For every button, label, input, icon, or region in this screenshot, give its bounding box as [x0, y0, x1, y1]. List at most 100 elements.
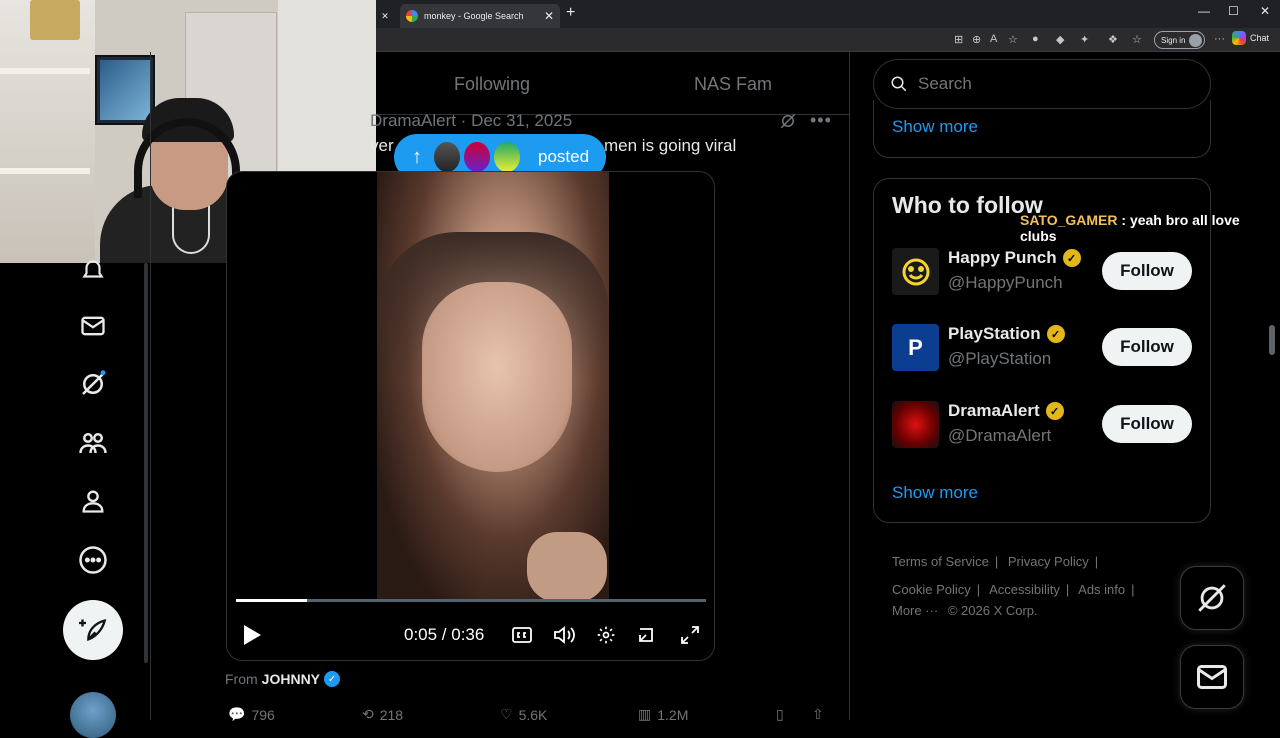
follow-suggestion[interactable]: DramaAlert ✓ @DramaAlert Follow: [892, 401, 1192, 449]
poster-avatar: [432, 140, 462, 174]
shield-icon[interactable]: ◆: [1056, 33, 1064, 46]
views-button[interactable]: ▥ 1.2M: [638, 706, 688, 723]
video-time: 0:05 / 0:36: [404, 625, 485, 644]
share-icon[interactable]: ⇧: [812, 706, 824, 723]
volume-icon[interactable]: [553, 624, 575, 646]
trending-card: Show more: [873, 100, 1211, 158]
copilot-chat-button[interactable]: Chat: [1232, 31, 1269, 45]
heart-icon: ♡: [500, 706, 513, 722]
verified-badge-icon: ✓: [324, 671, 341, 687]
left-nav-scrollbar[interactable]: [144, 263, 148, 663]
tab-title: monkey - Google Search: [424, 11, 524, 21]
settings-gear-icon[interactable]: [595, 624, 617, 646]
source-account-name[interactable]: JOHNNY: [262, 671, 320, 687]
video-progress-track[interactable]: [236, 599, 706, 602]
play-button[interactable]: [241, 623, 263, 647]
tab-following[interactable]: Following: [454, 74, 530, 95]
post-text-start: ver: [370, 136, 394, 155]
messages-icon[interactable]: [78, 311, 108, 341]
minimize-button[interactable]: —: [1198, 4, 1210, 18]
more-options-icon[interactable]: [78, 545, 108, 575]
profile-icon[interactable]: [78, 486, 108, 516]
collections-icon[interactable]: ☆: [1132, 33, 1142, 46]
footer-privacy-link[interactable]: Privacy Policy: [1008, 554, 1089, 569]
follow-suggestion[interactable]: Happy Punch ✓ @HappyPunch Follow: [892, 248, 1192, 296]
footer-more-link[interactable]: More ···: [892, 603, 938, 618]
messages-floating-button[interactable]: [1180, 645, 1244, 709]
follow-button[interactable]: Follow: [1102, 405, 1192, 443]
communities-icon[interactable]: [78, 428, 108, 458]
copilot-icon: [1232, 31, 1246, 45]
tab-nas-fam[interactable]: NAS Fam: [694, 74, 772, 95]
sign-in-button[interactable]: Sign in: [1154, 31, 1206, 49]
favorite-star-icon[interactable]: ☆: [1008, 33, 1018, 46]
video-hand: [527, 532, 607, 602]
reply-count: 796: [251, 706, 275, 723]
page-footer: Terms of Service | Privacy Policy | Cookie…: [892, 548, 1192, 618]
apps-icon[interactable]: ⊞: [954, 33, 963, 46]
new-tab-button[interactable]: +: [566, 4, 575, 22]
sign-in-label: Sign in: [1161, 35, 1186, 45]
chat-label: Chat: [1250, 33, 1270, 43]
footer-accessibility-link[interactable]: Accessibility: [989, 582, 1060, 597]
footer-separator: |: [994, 554, 999, 569]
follow-button[interactable]: Follow: [1102, 252, 1192, 290]
grok-icon[interactable]: [78, 369, 108, 399]
page-scrollbar[interactable]: [1269, 325, 1275, 355]
split-screen-icon[interactable]: ❖: [1108, 33, 1118, 46]
footer-cookie-link[interactable]: Cookie Policy: [892, 582, 971, 597]
happy-punch-avatar: [892, 248, 939, 295]
mail-icon: [1197, 665, 1227, 689]
reply-button[interactable]: 💬 796: [228, 706, 275, 723]
extension-icon[interactable]: ●: [1032, 33, 1039, 45]
profile-avatar-icon: [1189, 33, 1203, 47]
from-label: From: [225, 671, 258, 687]
more-menu-icon[interactable]: ···: [1214, 33, 1225, 45]
chat-username: SATO_GAMER: [1020, 212, 1118, 228]
tab-close-icon[interactable]: ✕: [544, 9, 554, 23]
playstation-avatar: P: [892, 324, 939, 371]
close-window-button[interactable]: ✕: [1260, 4, 1270, 18]
captions-icon[interactable]: [511, 624, 533, 646]
footer-ads-link[interactable]: Ads info: [1078, 582, 1125, 597]
verified-gold-icon: ✓: [1045, 402, 1064, 420]
webcam-play-button-plaque: [30, 0, 80, 40]
repost-icon: ⟲: [362, 706, 374, 722]
footer-terms-link[interactable]: Terms of Service: [892, 554, 989, 569]
bookmark-icon[interactable]: ▯: [776, 706, 784, 723]
compose-post-button[interactable]: [63, 600, 123, 660]
google-icon: [406, 10, 418, 22]
zoom-icon[interactable]: ⊕: [972, 33, 981, 46]
notifications-icon[interactable]: [78, 255, 108, 285]
account-avatar[interactable]: [70, 692, 116, 738]
browser-tab-bar: ✕ monkey - Google Search ✕ + — ☐ ✕: [376, 0, 1280, 28]
grok-floating-button[interactable]: [1180, 566, 1244, 630]
who-to-follow-show-more-link[interactable]: Show more: [892, 483, 978, 503]
trending-show-more-link[interactable]: Show more: [892, 117, 978, 137]
post-more-icon[interactable]: •••: [810, 110, 832, 131]
picture-in-picture-icon[interactable]: [637, 624, 659, 646]
grok-explain-icon[interactable]: [779, 112, 797, 130]
browser-tab-active[interactable]: monkey - Google Search ✕: [400, 4, 560, 28]
repost-count: 218: [379, 706, 404, 723]
webcam-shelf: [0, 68, 90, 74]
previous-tab-close-icon[interactable]: ✕: [376, 4, 394, 28]
poster-avatar: [492, 140, 522, 174]
video-player[interactable]: 0:05 / 0:36: [226, 171, 715, 661]
maximize-button[interactable]: ☐: [1228, 4, 1239, 18]
read-aloud-icon[interactable]: A: [990, 33, 997, 45]
fullscreen-icon[interactable]: [679, 624, 701, 646]
follow-suggestion[interactable]: P PlayStation ✓ @PlayStation Follow: [892, 324, 1192, 372]
grok-icon: [1198, 584, 1226, 612]
like-button[interactable]: ♡ 5.6K: [500, 706, 547, 723]
search-placeholder: Search: [918, 74, 972, 93]
footer-separator: |: [1131, 582, 1135, 597]
webcam-shelf: [0, 168, 90, 174]
video-progress-fill: [236, 599, 307, 602]
puzzle-icon[interactable]: ✦: [1080, 33, 1089, 46]
footer-copyright: © 2026 X Corp.: [947, 603, 1038, 618]
verified-gold-icon: ✓: [1062, 249, 1081, 267]
post-author-date[interactable]: DramaAlert · Dec 31, 2025: [370, 111, 572, 131]
repost-button[interactable]: ⟲ 218: [362, 706, 403, 723]
follow-button[interactable]: Follow: [1102, 328, 1192, 366]
